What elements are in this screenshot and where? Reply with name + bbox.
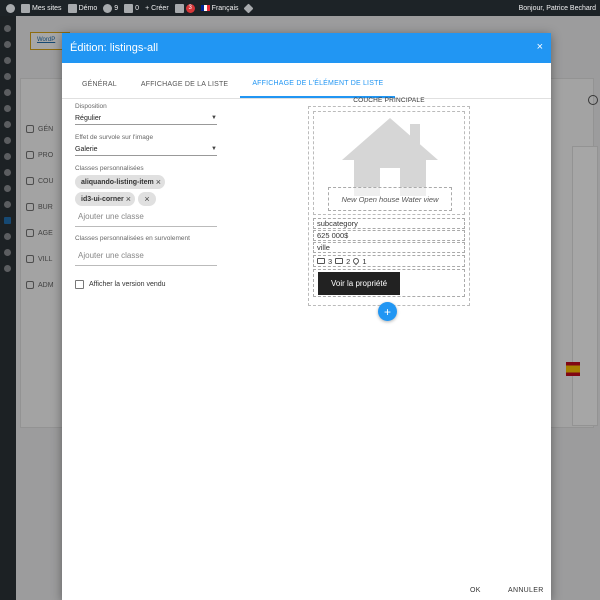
bath-icon <box>335 258 344 264</box>
yoast-icon <box>174 3 184 13</box>
sold-version-checkbox[interactable] <box>75 280 84 289</box>
dialog-title: Édition: listings-all <box>70 42 159 54</box>
tab-bar: Général Affichage de la liste Affichage … <box>62 71 551 99</box>
subcategory-field[interactable]: subcategory <box>313 218 465 229</box>
disposition-label: Disposition <box>75 103 107 110</box>
tab-list-display[interactable]: Affichage de la liste <box>129 71 240 98</box>
cancel-button[interactable]: ANNULER <box>508 587 544 594</box>
sites-icon <box>21 3 30 13</box>
caret-down-icon: ▼ <box>211 146 217 152</box>
price-field[interactable]: 625 000$ <box>313 230 465 241</box>
yoast-badge: 3 <box>185 3 195 13</box>
close-icon[interactable]: × <box>537 41 543 53</box>
city-field[interactable]: ville <box>313 242 465 253</box>
custom-classes-label: Classes personnalisées <box>75 165 144 172</box>
sold-version-row[interactable]: Afficher la version vendu <box>75 280 217 289</box>
plus-icon: + <box>145 4 150 12</box>
remove-chip-icon[interactable]: × <box>156 177 161 187</box>
hover-classes-label: Classes personnalisées en survolement <box>75 235 190 242</box>
settings-form: Disposition Régulier ▼ Effet de survole … <box>75 103 217 289</box>
class-chip[interactable]: aliquando-listing-item × <box>75 175 165 189</box>
sold-version-label: Afficher la version vendu <box>89 281 166 288</box>
ok-button[interactable]: OK <box>470 587 481 594</box>
features-row[interactable]: 3 2 1 <box>313 255 465 267</box>
wordpress-logo-icon[interactable] <box>6 3 15 13</box>
updates-menu[interactable]: 9 <box>103 3 118 13</box>
french-flag-icon <box>200 5 210 11</box>
layer-title: COUCHE PRINCIPALE <box>353 97 425 104</box>
dialog-header: Édition: listings-all × <box>62 33 551 63</box>
drop-icon <box>352 256 361 266</box>
image-caption[interactable]: New Open house Water view <box>328 187 452 211</box>
tab-general[interactable]: Général <box>70 71 129 98</box>
comment-icon <box>124 3 134 13</box>
caret-down-icon: ▼ <box>211 115 217 121</box>
diamond-icon <box>243 3 253 13</box>
bed-icon <box>317 258 325 264</box>
home-icon <box>67 3 77 13</box>
add-hover-class-input[interactable]: Ajouter une classe <box>75 245 217 262</box>
site-home-menu[interactable]: Démo <box>67 3 97 13</box>
hover-effect-label: Effet de survole sur l'image <box>75 134 154 141</box>
diamond-menu[interactable] <box>243 3 253 13</box>
tab-list-item-display[interactable]: Affichage de l'élément de liste <box>240 71 396 98</box>
view-property-button[interactable]: Voir la propriété <box>318 272 400 295</box>
admin-bar: Mes sites Démo 9 0 + Créer 3 Français Bon… <box>0 0 600 16</box>
class-chip[interactable]: id3-ui-corner × <box>75 192 136 206</box>
image-layer[interactable]: New Open house Water view <box>313 111 465 215</box>
empty-chip-remove-icon[interactable]: × <box>138 192 157 206</box>
house-placeholder-icon <box>342 118 438 196</box>
language-menu[interactable]: Français <box>200 5 239 12</box>
hover-effect-select[interactable]: Galerie ▼ <box>75 143 217 156</box>
edit-dialog: Édition: listings-all × Général Affichag… <box>62 33 551 600</box>
create-menu[interactable]: + Créer <box>145 5 169 12</box>
disposition-select[interactable]: Régulier ▼ <box>75 112 217 125</box>
add-element-button[interactable]: + <box>378 302 397 321</box>
custom-classes-input[interactable]: aliquando-listing-item × id3-ui-corner × ×… <box>75 175 217 227</box>
updates-icon <box>103 3 113 13</box>
add-class-input[interactable]: Ajouter une classe <box>75 206 217 223</box>
item-preview: New Open house Water view subcategory 62… <box>308 106 470 306</box>
account-menu[interactable]: Bonjour, Patrice Bechard <box>519 0 596 16</box>
remove-chip-icon[interactable]: × <box>126 194 131 204</box>
comments-menu[interactable]: 0 <box>124 3 139 13</box>
yoast-menu[interactable]: 3 <box>174 3 195 13</box>
button-layer: Voir la propriété <box>313 269 465 297</box>
my-sites-menu[interactable]: Mes sites <box>21 3 62 13</box>
hover-classes-input[interactable]: Ajouter une classe <box>75 245 217 266</box>
